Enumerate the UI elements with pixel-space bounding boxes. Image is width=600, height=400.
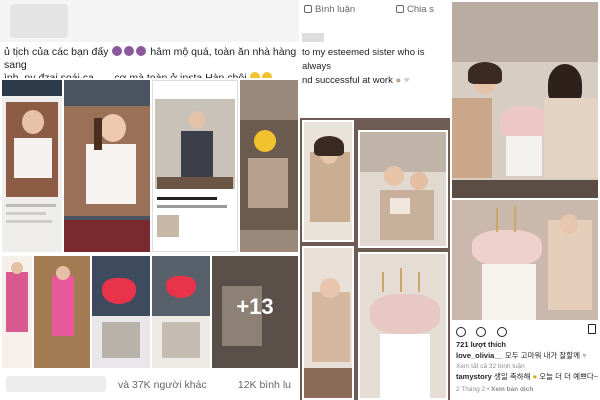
story-photo[interactable] — [302, 246, 354, 400]
more-photos-count: +13 — [236, 294, 274, 319]
story-caption-line2: nd successful at work — [302, 75, 393, 86]
view-comments-link[interactable]: Xem tất cả 32 bình luận — [456, 362, 598, 372]
post-photo[interactable] — [452, 2, 598, 198]
emoji-icon: ● — [532, 372, 538, 381]
more-photos-tile[interactable]: +13 — [212, 256, 298, 368]
instagram-panel: Bình luận Chia s to my esteemed sister w… — [300, 0, 600, 400]
post-footer: và 37K người khác 12K bình lu — [0, 370, 299, 400]
blurred-avatar[interactable] — [10, 4, 68, 38]
photo-thumbnail[interactable] — [64, 80, 150, 252]
photo-thumbnail[interactable] — [152, 80, 238, 252]
post-caption: love_olivia__ 모두 고마워 내가 잘할께 ♥ — [456, 351, 598, 361]
post-time: 2 Tháng 2 — [456, 386, 486, 393]
comment-button[interactable]: Bình luận — [304, 4, 355, 15]
action-bar: Bình luận Chia s — [300, 0, 448, 20]
blurred-name — [302, 33, 324, 42]
caption-part-1: ủ tịch của các bạn đấy — [4, 46, 109, 58]
heart-icon — [102, 278, 136, 304]
post-actions — [456, 324, 596, 337]
reaction-count[interactable]: và 37K người khác — [118, 379, 207, 391]
photo-thumbnail[interactable] — [2, 80, 62, 252]
story-photo[interactable] — [358, 130, 448, 248]
caption-username[interactable]: love_olivia__ — [456, 351, 503, 360]
emoji-icon — [124, 46, 135, 56]
comment-icon[interactable] — [476, 327, 487, 337]
photo-thumbnail[interactable] — [152, 256, 210, 368]
comment-text: 생일 축하해 — [493, 372, 533, 381]
facebook-post: ủ tịch của các bạn đấy hâm mộ quá, toàn … — [0, 0, 299, 400]
photo-grid: +13 — [0, 78, 299, 368]
comment-tail: 오늘 더 더 예쁘다~ — [539, 372, 598, 381]
likes-count[interactable]: 721 lượt thích — [456, 340, 598, 350]
emoji-icon — [136, 46, 147, 56]
send-icon[interactable] — [496, 327, 507, 337]
like-icon[interactable] — [456, 327, 466, 337]
post-photo[interactable] — [452, 200, 598, 320]
share-button[interactable]: Chia s — [396, 4, 434, 15]
smile-emoji-icon — [254, 130, 276, 152]
heart-icon: ♥ — [403, 75, 410, 86]
share-icon — [396, 5, 404, 13]
post-meta: 2 Tháng 2 • Xem bản dịch — [456, 386, 534, 393]
comment-username[interactable]: tamystory — [456, 372, 492, 381]
post-header — [0, 0, 299, 42]
blurred-reactions — [6, 376, 106, 392]
photo-thumbnail[interactable] — [2, 256, 32, 368]
comment-label: Bình luận — [315, 4, 356, 15]
comment-icon — [304, 5, 312, 13]
story-photo[interactable] — [358, 252, 448, 400]
instagram-post: 721 lượt thích love_olivia__ 모두 고마워 내가 잘… — [450, 0, 600, 400]
story-photo[interactable] — [302, 120, 354, 242]
heart-icon — [166, 276, 196, 298]
photo-thumbnail[interactable] — [240, 80, 298, 252]
share-label: Chia s — [407, 4, 434, 15]
photo-thumbnail[interactable] — [92, 256, 150, 368]
likes-label: 721 lượt thích — [456, 340, 506, 349]
emoji-icon — [112, 46, 123, 56]
story-caption: to my esteemed sister who is always nd s… — [302, 32, 448, 88]
caption-text: 모두 고마워 내가 잘할께 — [504, 351, 581, 360]
bookmark-icon[interactable] — [588, 324, 596, 334]
photo-thumbnail[interactable] — [34, 256, 90, 368]
story-caption-line1: to my esteemed sister who is always — [302, 47, 425, 72]
translate-link[interactable]: Xem bản dịch — [491, 386, 533, 393]
comment-row: tamystory 생일 축하해 ● 오늘 더 더 예쁘다~ — [456, 372, 598, 382]
comment-count[interactable]: 12K bình lu — [238, 379, 291, 391]
story-collage — [300, 118, 450, 400]
cake-icon: ● — [395, 75, 402, 86]
heart-icon: ♥ — [582, 351, 587, 360]
